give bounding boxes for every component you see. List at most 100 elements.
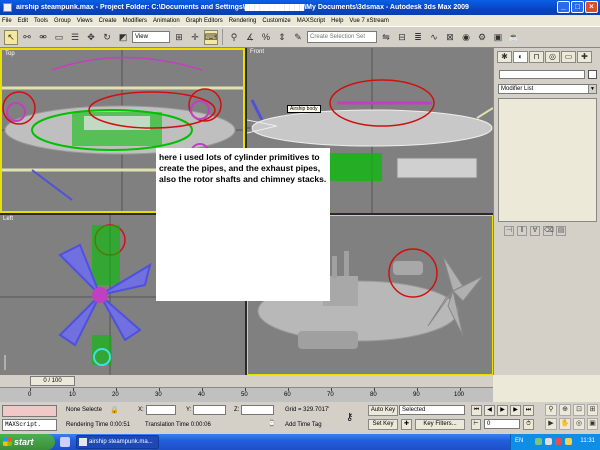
- key-mode-dropdown[interactable]: Selected: [399, 405, 465, 415]
- 3dsmax-app-icon[interactable]: [3, 3, 12, 12]
- move-icon[interactable]: ✥: [84, 30, 98, 45]
- time-slider[interactable]: 0 / 100: [30, 376, 75, 386]
- create-tab-icon[interactable]: ✱: [497, 51, 512, 63]
- time-configuration-icon[interactable]: ⏱: [523, 419, 534, 430]
- modify-tab-icon[interactable]: ◐: [513, 51, 528, 63]
- region-select-icon[interactable]: ▭: [52, 30, 66, 45]
- motion-tab-icon[interactable]: ◎: [545, 51, 560, 63]
- rotate-icon[interactable]: ↻: [100, 30, 114, 45]
- viewport-left-label[interactable]: Left: [3, 216, 13, 222]
- quick-launch-icon[interactable]: [60, 437, 70, 447]
- make-unique-icon[interactable]: ∀: [530, 226, 540, 236]
- reference-coordinate-dropdown[interactable]: View: [132, 31, 170, 43]
- percent-snap-icon[interactable]: %: [259, 30, 273, 45]
- unlink-icon[interactable]: ⚮: [36, 30, 50, 45]
- key-filter-icon[interactable]: ✚: [401, 419, 412, 430]
- maxscript-listener-input[interactable]: [2, 405, 57, 417]
- spinner-snap-icon[interactable]: ⇕: [275, 30, 289, 45]
- select-object-icon[interactable]: ↖: [4, 29, 18, 45]
- tray-volume-icon[interactable]: [545, 438, 552, 445]
- zoom-extents-icon[interactable]: ⊡: [573, 404, 585, 416]
- go-to-start-icon[interactable]: ⏮: [471, 405, 482, 416]
- field-of-view-icon[interactable]: ▶: [545, 418, 557, 430]
- select-by-name-icon[interactable]: ☰: [68, 30, 82, 45]
- link-icon[interactable]: ⚯: [20, 30, 34, 45]
- edit-named-selection-icon[interactable]: ✎: [291, 30, 305, 45]
- go-to-end-icon[interactable]: ⏭: [523, 405, 534, 416]
- viewport-top-label[interactable]: Top: [5, 51, 15, 57]
- align-icon[interactable]: ⊟: [395, 30, 409, 45]
- mirror-icon[interactable]: ⇋: [379, 30, 393, 45]
- schematic-view-icon[interactable]: ⊠: [443, 30, 457, 45]
- maxscript-mini-listener[interactable]: MAXScript.: [2, 419, 57, 431]
- object-color-swatch[interactable]: [588, 70, 597, 79]
- orbit-icon[interactable]: ◎: [573, 418, 585, 430]
- minimize-button[interactable]: _: [557, 1, 570, 13]
- menu-help[interactable]: Help: [331, 18, 343, 24]
- object-name-field[interactable]: [499, 70, 585, 79]
- pivot-icon[interactable]: ⊞: [172, 30, 186, 45]
- set-key-button[interactable]: Set Key: [368, 419, 398, 430]
- menu-graph-editors[interactable]: Graph Editors: [186, 18, 223, 24]
- key-mode-toggle-icon[interactable]: ⊢: [471, 419, 481, 430]
- zoom-icon[interactable]: ⚲: [545, 404, 557, 416]
- maximize-button[interactable]: □: [571, 1, 584, 13]
- lock-selection-icon[interactable]: 🔒: [110, 406, 119, 414]
- add-time-tag[interactable]: Add Time Tag: [285, 422, 322, 428]
- time-tag-icon[interactable]: ⌚: [268, 420, 275, 427]
- menu-maxscript[interactable]: MAXScript: [297, 18, 325, 24]
- viewport-front-label[interactable]: Front: [250, 49, 264, 55]
- play-icon[interactable]: ▶: [497, 405, 508, 416]
- keyboard-shortcut-toggle-icon[interactable]: ⌨: [204, 29, 218, 45]
- menu-rendering[interactable]: Rendering: [229, 18, 257, 24]
- menu-views[interactable]: Views: [77, 18, 93, 24]
- auto-key-button[interactable]: Auto Key: [368, 405, 398, 416]
- zoom-all-icon[interactable]: ⊕: [559, 404, 571, 416]
- menu-edit[interactable]: Edit: [18, 18, 28, 24]
- menu-animation[interactable]: Animation: [153, 18, 180, 24]
- start-button[interactable]: start: [0, 434, 55, 450]
- curve-editor-icon[interactable]: ∿: [427, 30, 441, 45]
- menu-modifiers[interactable]: Modifiers: [123, 18, 147, 24]
- pin-stack-icon[interactable]: ⊣: [504, 226, 514, 236]
- configure-modifier-sets-icon[interactable]: ▤: [556, 226, 566, 236]
- display-tab-icon[interactable]: ▭: [561, 51, 576, 63]
- menu-vue-xstream[interactable]: Vue 7 xStream: [349, 18, 388, 24]
- rendered-frame-window-icon[interactable]: ▣: [491, 30, 505, 45]
- render-production-icon[interactable]: ☕: [507, 30, 521, 45]
- layer-manager-icon[interactable]: ≣: [411, 30, 425, 45]
- modifier-stack[interactable]: [498, 98, 597, 222]
- show-end-result-icon[interactable]: ‖: [517, 226, 527, 236]
- zoom-extents-all-icon[interactable]: ⊞: [587, 404, 598, 416]
- snap-3d-icon[interactable]: ⚲: [227, 30, 241, 45]
- close-button[interactable]: ×: [585, 1, 598, 13]
- menu-customize[interactable]: Customize: [262, 18, 290, 24]
- y-coordinate-input[interactable]: [193, 405, 226, 415]
- taskbar-item-3dsmax[interactable]: airship steampunk.ma...: [76, 435, 159, 449]
- z-coordinate-input[interactable]: [241, 405, 274, 415]
- tray-network-icon[interactable]: [535, 438, 542, 445]
- current-frame-input[interactable]: 0: [484, 419, 520, 429]
- named-selection-set-dropdown[interactable]: Create Selection Set: [307, 31, 377, 43]
- utilities-tab-icon[interactable]: ✚: [577, 51, 592, 63]
- modifier-list-dropdown[interactable]: Modifier List ▼: [498, 84, 597, 94]
- menu-group[interactable]: Group: [54, 18, 71, 24]
- key-filters-button[interactable]: Key Filters...: [415, 419, 465, 430]
- remove-modifier-icon[interactable]: ⌫: [543, 226, 554, 236]
- hierarchy-tab-icon[interactable]: ⊓: [529, 51, 544, 63]
- pan-icon[interactable]: ✋: [559, 418, 571, 430]
- tray-security-icon[interactable]: [555, 438, 562, 445]
- render-setup-icon[interactable]: ⚙: [475, 30, 489, 45]
- next-frame-icon[interactable]: ▶: [510, 405, 521, 416]
- menu-file[interactable]: File: [2, 18, 12, 24]
- material-editor-icon[interactable]: ◉: [459, 30, 473, 45]
- track-bar[interactable]: 0 10 20 30 40 50 60 70 80 90 100: [0, 387, 493, 402]
- menu-create[interactable]: Create: [99, 18, 117, 24]
- language-indicator[interactable]: EN: [515, 438, 523, 444]
- maximize-viewport-icon[interactable]: ▣: [587, 418, 598, 430]
- clock[interactable]: 11:31: [580, 438, 595, 444]
- x-coordinate-input[interactable]: [146, 405, 176, 415]
- angle-snap-icon[interactable]: ∡: [243, 30, 257, 45]
- scale-icon[interactable]: ◩: [116, 30, 130, 45]
- tray-app-icon[interactable]: [565, 438, 572, 445]
